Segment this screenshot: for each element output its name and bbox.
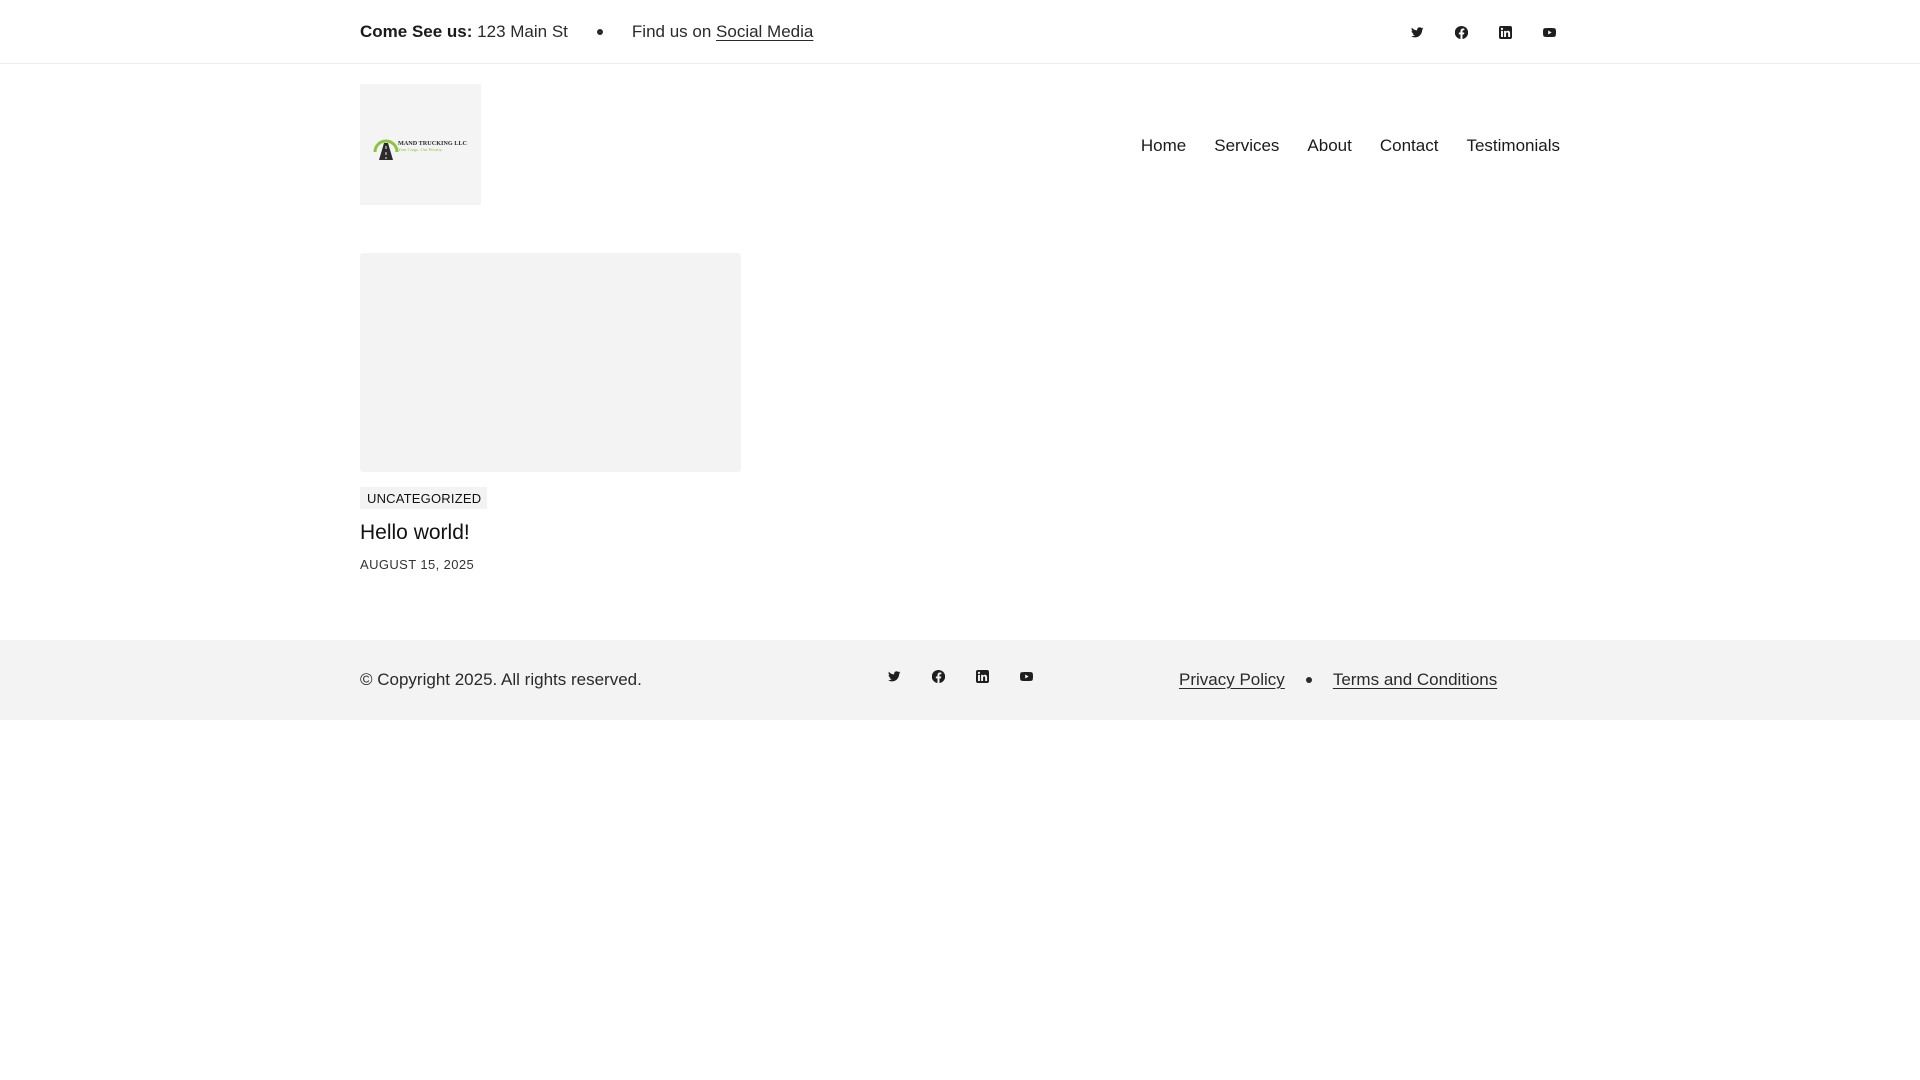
logo-graphic: MAND TRUCKING LLC Your Cargo. Our Priori…	[373, 139, 467, 160]
nav-about[interactable]: About	[1307, 136, 1351, 156]
social-media-link[interactable]: Social Media	[716, 22, 813, 41]
logo-tagline-text: Your Cargo. Our Priority.	[398, 147, 443, 152]
youtube-icon[interactable]	[1015, 665, 1037, 687]
linkedin-icon[interactable]	[1494, 21, 1516, 43]
address-text: 123 Main St	[477, 22, 568, 41]
find-us-text: Find us on	[631, 22, 712, 41]
nav-services[interactable]: Services	[1214, 136, 1279, 156]
terms-link[interactable]: Terms and Conditions	[1333, 670, 1497, 690]
post-date: AUGUST 15, 2025	[360, 557, 475, 572]
logo-company-text: MAND TRUCKING LLC	[398, 140, 467, 147]
site-header: MAND TRUCKING LLC Your Cargo. Our Priori…	[360, 84, 1560, 205]
footer-links: Privacy Policy Terms and Conditions	[1179, 640, 1497, 720]
privacy-policy-link[interactable]: Privacy Policy	[1179, 670, 1285, 690]
nav-home[interactable]: Home	[1141, 136, 1186, 156]
address-info: Come See us: 123 Main St	[360, 22, 568, 42]
post-card: UNCATEGORIZED Hello world! AUGUST 15, 20…	[360, 253, 741, 572]
top-social-icons	[1406, 21, 1560, 43]
post-title[interactable]: Hello world!	[360, 521, 741, 545]
facebook-icon[interactable]	[1450, 21, 1472, 43]
youtube-icon[interactable]	[1538, 21, 1560, 43]
separator-dot	[1305, 677, 1312, 683]
site-logo[interactable]: MAND TRUCKING LLC Your Cargo. Our Priori…	[360, 84, 481, 205]
post-featured-image[interactable]	[360, 253, 741, 472]
twitter-icon[interactable]	[883, 665, 905, 687]
site-footer: © Copyright 2025. All rights reserved. P…	[0, 640, 1920, 720]
top-bar: Come See us: 123 Main St Find us on Soci…	[0, 0, 1920, 64]
facebook-icon[interactable]	[927, 665, 949, 687]
social-info: Find us on Social Media	[632, 22, 813, 42]
post-category-badge[interactable]: UNCATEGORIZED	[360, 487, 488, 509]
main-nav: Home Services About Contact Testimonials	[1141, 136, 1560, 156]
linkedin-icon[interactable]	[971, 665, 993, 687]
twitter-icon[interactable]	[1406, 21, 1428, 43]
nav-testimonials[interactable]: Testimonials	[1466, 136, 1560, 156]
separator-dot	[596, 29, 603, 35]
footer-social-icons	[883, 665, 1037, 687]
copyright-text: © Copyright 2025. All rights reserved.	[360, 670, 642, 689]
nav-contact[interactable]: Contact	[1380, 136, 1439, 156]
visit-label: Come See us:	[360, 22, 473, 41]
top-bar-inner: Come See us: 123 Main St Find us on Soci…	[360, 0, 1560, 64]
